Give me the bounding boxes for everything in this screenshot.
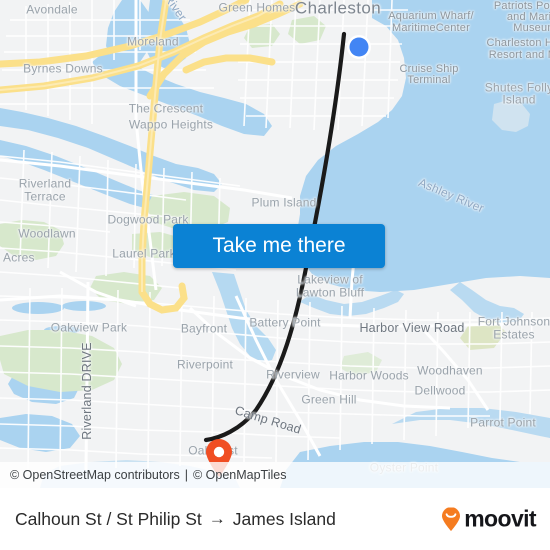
map-canvas[interactable]: Avondale Green Homes Charleston Aquarium Wh… [0,0,550,488]
openmaptiles-attribution-link[interactable]: © OpenMapTiles [193,468,287,482]
moovit-route-map-screen: Avondale Green Homes Charleston Aquarium Wh… [0,0,550,550]
route-footer: Calhoun St / St Philip St → James Island… [0,488,550,550]
route-arrow-icon: → [208,509,226,528]
attribution-separator: | [184,468,188,482]
route-summary: Calhoun St / St Philip St → James Island [15,509,336,530]
map-attribution: © OpenStreetMap contributors | © OpenMap… [0,462,550,488]
osm-attribution-link[interactable]: © OpenStreetMap contributors [10,468,180,482]
moovit-wordmark: moovit [464,505,536,532]
moovit-pin-icon [441,506,461,531]
take-me-there-button[interactable]: Take me there [173,224,385,268]
moovit-logo[interactable]: moovit [441,505,537,533]
route-origin-label: Calhoun St / St Philip St [15,508,202,529]
route-destination-label: James Island [232,508,336,529]
